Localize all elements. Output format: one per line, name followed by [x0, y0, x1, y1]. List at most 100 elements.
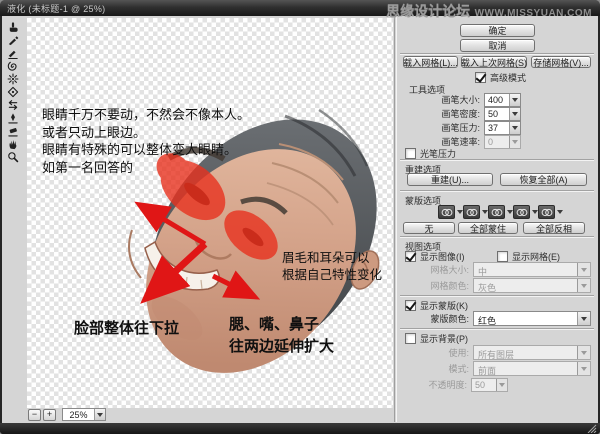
ok-button[interactable]: 确定 — [460, 24, 535, 37]
checkbox-unchecked-icon — [405, 333, 416, 344]
mask-all-button[interactable]: 全部蒙住 — [458, 222, 518, 234]
mask-circles-icon — [541, 208, 553, 217]
forward-warp-tool-button[interactable] — [2, 20, 24, 33]
mask-subtract-selection-group — [488, 205, 514, 219]
save-mesh-button[interactable]: 存储网格(V)... — [531, 56, 591, 68]
mask-intersect-selection-group — [513, 205, 539, 219]
mask-circles-icon — [516, 208, 528, 217]
freeze-mask-tool-button[interactable] — [2, 111, 24, 124]
brush-density-stepper[interactable]: 50 — [484, 107, 521, 121]
backdrop-opacity-row: 不透明度: 50 — [401, 377, 508, 392]
separator — [400, 236, 594, 238]
mask-intersect-selection-button[interactable] — [513, 205, 530, 219]
thaw-mask-eraser-icon — [7, 125, 19, 137]
mask-invert-selection-button[interactable] — [538, 205, 555, 219]
annotation-pull-face-down: 脸部整体往下拉 — [74, 317, 179, 338]
dropdown-arrow-icon — [577, 263, 590, 276]
mask-replace-selection-group — [438, 205, 464, 219]
watermark-url: WWW.MISSYUAN.COM — [475, 8, 592, 19]
brush-rate-stepper: 0 — [484, 135, 521, 149]
annotation-eyes: 眼睛千万不要动，不然会不像本人。 或者只动上眼边。 眼睛有特殊的可以整体变大眼睛… — [42, 106, 250, 176]
twirl-clockwise-tool-button[interactable] — [2, 59, 24, 72]
stepper-arrow-icon — [509, 122, 520, 134]
mask-add-selection-group — [463, 205, 489, 219]
pucker-tool-button[interactable] — [2, 72, 24, 85]
dropdown-arrow-icon — [577, 312, 590, 325]
smooth-brush-icon — [7, 47, 19, 59]
backdrop-use-row: 使用: 所有图层 — [401, 345, 591, 360]
invert-all-button[interactable]: 全部反相 — [523, 222, 585, 234]
bloat-tool-button[interactable] — [2, 85, 24, 98]
forward-warp-icon — [7, 21, 19, 33]
dropdown-arrow-icon — [577, 346, 590, 359]
hand-icon — [7, 138, 19, 150]
load-mesh-button[interactable]: 载入网格(L)... — [403, 56, 458, 68]
dropdown-arrow-icon — [94, 409, 105, 420]
window-bottom-frame — [0, 423, 600, 434]
dropdown-arrow-icon — [577, 362, 590, 375]
stepper-arrow-icon — [509, 94, 520, 106]
backdrop-mode-dropdown: 前面 — [473, 361, 591, 376]
mask-subtract-from-selection-button[interactable] — [488, 205, 505, 219]
annotation-eyebrows-ears: 眉毛和耳朵可以 根据自己特性变化 — [282, 250, 382, 284]
mask-circles-icon — [466, 208, 478, 217]
mask-none-button[interactable]: 无 — [403, 222, 455, 234]
load-last-mesh-button[interactable]: 载入上次网格(S) — [461, 56, 527, 68]
zoom-level-select[interactable]: 25% — [62, 408, 106, 421]
separator — [400, 159, 594, 161]
stepper-arrow-icon — [509, 136, 520, 148]
zoom-level-value: 25% — [63, 409, 94, 420]
mask-invert-selection-group — [538, 205, 564, 219]
mask-color-dropdown[interactable]: 红色 — [473, 311, 591, 326]
mask-option-dropdown-arrow[interactable] — [555, 207, 564, 217]
mesh-color-row: 网格颜色: 灰色 — [401, 278, 591, 293]
brush-density-row: 画笔密度: 50 — [411, 106, 521, 121]
mask-add-to-selection-button[interactable] — [463, 205, 480, 219]
zoom-out-button[interactable]: − — [28, 409, 41, 421]
push-left-tool-button[interactable] — [2, 98, 24, 111]
hand-tool-button[interactable] — [2, 137, 24, 150]
liquify-dialog: 液化 (未标题-1 @ 25%) 思缘设计论坛 WWW.MISSYUAN.COM — [0, 0, 600, 434]
cancel-button[interactable]: 取消 — [460, 39, 535, 52]
mask-replace-selection-button[interactable] — [438, 205, 455, 219]
mesh-color-dropdown: 灰色 — [473, 278, 591, 293]
canvas-zoom-controls: − + 25% — [28, 408, 106, 421]
liquify-canvas[interactable]: 眼睛千万不要动，不然会不像本人。 或者只动上眼边。 眼睛有特殊的可以整体变大眼睛… — [27, 18, 393, 408]
mesh-size-row: 网格大小: 中 — [401, 262, 591, 277]
show-backdrop-checkbox[interactable]: 显示背景(P) — [405, 332, 468, 345]
backdrop-opacity-stepper: 50 — [471, 378, 508, 392]
stepper-arrow-icon — [496, 379, 507, 391]
magnifier-icon — [7, 151, 19, 163]
mask-circles-icon — [491, 208, 503, 217]
separator — [400, 328, 594, 330]
brush-pressure-row: 画笔压力: 37 — [411, 120, 521, 135]
face-image — [27, 18, 393, 408]
thaw-mask-tool-button[interactable] — [2, 124, 24, 137]
annotation-expand-sides: 腮、嘴、鼻子 往两边延伸扩大 — [229, 314, 334, 358]
watermark: 思缘设计论坛 WWW.MISSYUAN.COM — [386, 1, 592, 21]
reconstruct-tool-button[interactable] — [2, 33, 24, 46]
smooth-tool-button[interactable] — [2, 46, 24, 59]
advanced-mode-checkbox[interactable]: 高级模式 — [475, 71, 526, 84]
separator — [400, 190, 594, 192]
dropdown-arrow-icon — [577, 279, 590, 292]
zoom-in-button[interactable]: + — [43, 409, 56, 421]
pucker-icon — [7, 73, 19, 85]
brush-size-stepper[interactable]: 400 — [484, 93, 521, 107]
bloat-icon — [7, 86, 19, 98]
brush-pressure-stepper[interactable]: 37 — [484, 121, 521, 135]
checkbox-unchecked-icon — [497, 251, 508, 262]
reconstruct-brush-icon — [7, 34, 19, 46]
twirl-spiral-icon — [7, 60, 19, 72]
stepper-arrow-icon — [509, 108, 520, 120]
resize-grip[interactable] — [585, 424, 597, 433]
mask-color-row: 蒙版颜色: 红色 — [401, 311, 591, 326]
dialog-title: 液化 (未标题-1 @ 25%) — [7, 2, 105, 15]
mesh-size-dropdown: 中 — [473, 262, 591, 277]
mask-circles-icon — [441, 208, 453, 217]
checkbox-checked-icon — [475, 72, 486, 83]
reconstruct-button[interactable]: 重建(U)... — [407, 173, 493, 186]
zoom-tool-button[interactable] — [2, 150, 24, 163]
restore-all-button[interactable]: 恢复全部(A) — [500, 173, 587, 186]
push-left-icon — [7, 99, 19, 111]
